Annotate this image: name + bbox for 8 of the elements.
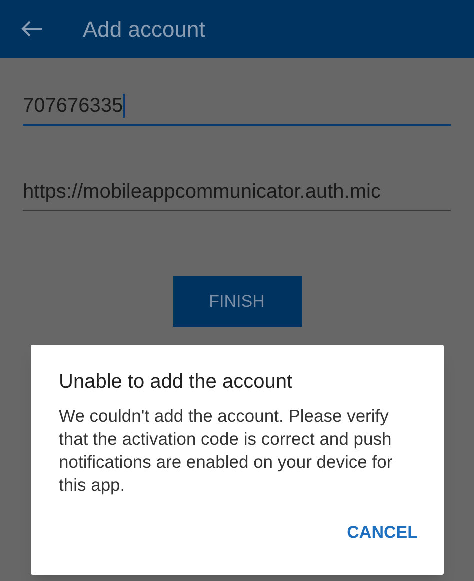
cancel-button[interactable]: CANCEL xyxy=(343,520,422,545)
app-bar-title: Add account xyxy=(83,16,206,44)
dialog-title: Unable to add the account xyxy=(59,370,294,395)
dialog-message: We couldn't add the account. Please verify that the activation code is correct and push notifications are enabled on your device for this app. xyxy=(59,405,394,497)
finish-button[interactable]: FINISH xyxy=(172,276,302,327)
input-field[interactable]: 707676335 xyxy=(23,88,451,126)
input-field[interactable]: https://mobileappcommunicator.auth.mic xyxy=(23,173,451,211)
back-icon[interactable] xyxy=(21,20,43,38)
